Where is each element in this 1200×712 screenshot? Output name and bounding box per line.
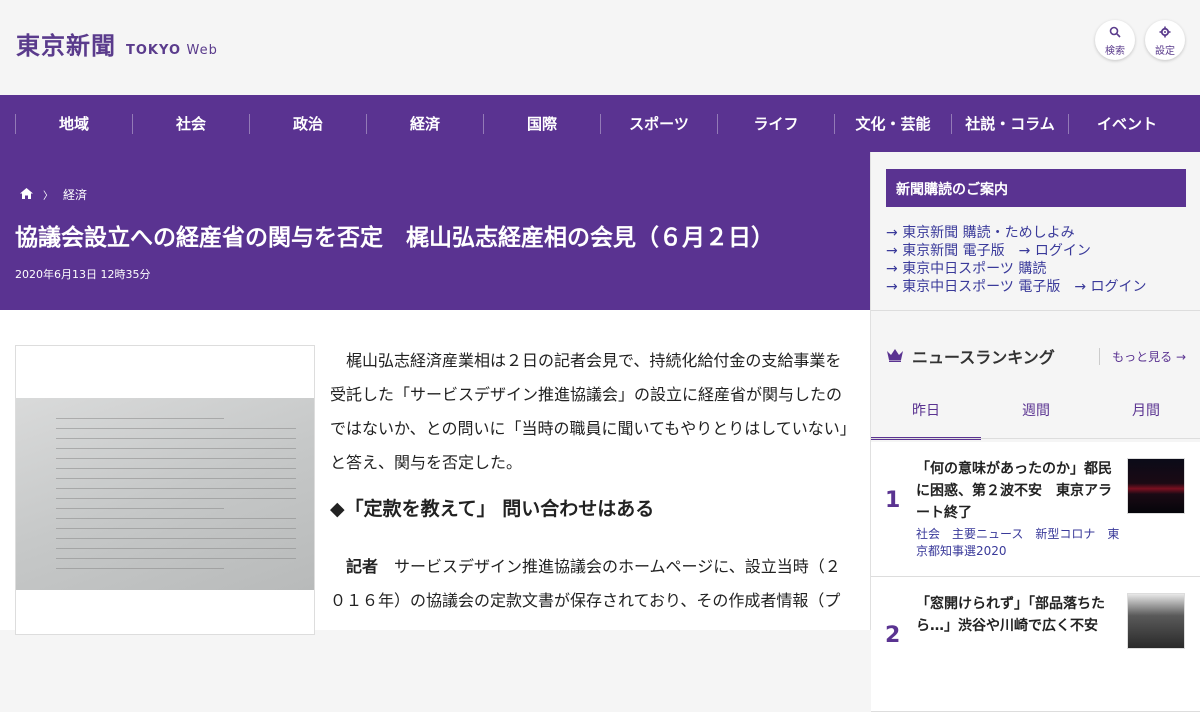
search-label: 検索 [1105,46,1125,57]
article-subhead: ◆「定款を教えて」 問い合わせはある [330,498,655,520]
speaker-label: 記者 [346,557,379,576]
crown-icon [886,347,904,366]
nav-item-region[interactable]: 地域 [15,113,132,134]
article-hero: 〉 経済 協議会設立への経産省の関与を否定 梶山弘志経産相の会見（６月２日） 2… [0,152,870,310]
search-button[interactable]: 検索 [1095,20,1135,60]
document-image [16,398,314,590]
article-paragraph: 梶山弘志経済産業相は２日の記者会見で、持続化給付金の支給事業を受託した「サービス… [330,351,848,472]
breadcrumb: 〉 経済 [20,186,87,203]
article-date: 2020年6月13日 12時35分 [15,268,151,281]
subscribe-links: → 東京新聞 購読・ためしよみ → 東京新聞 電子版 → ログイン → 東京中日ス… [886,224,1191,296]
subscribe-link[interactable]: → 東京新聞 購読・ためしよみ [886,225,1075,241]
nav-item-events[interactable]: イベント [1068,113,1185,134]
login-link[interactable]: → ログイン [1074,279,1146,295]
nav-item-sports[interactable]: スポーツ [600,113,717,134]
breadcrumb-section[interactable]: 経済 [63,186,87,203]
divider [871,310,1200,311]
tabs-divider [871,438,1200,439]
nav-item-international[interactable]: 国際 [483,113,600,134]
rank-number: 2 [885,623,901,648]
nav-item-society[interactable]: 社会 [132,113,249,134]
article-text: 梶山弘志経済産業相は２日の記者会見で、持続化給付金の支給事業を受託した「サービス… [330,344,850,618]
site-header: 東京新聞 TOKYO Web 検索 設定 [0,0,1200,95]
tab-yesterday[interactable]: 昨日 [871,390,981,440]
nav-item-culture[interactable]: 文化・芸能 [834,113,951,134]
logo-kanji: 東京新聞 [16,31,116,60]
gear-icon [1145,26,1185,40]
subscribe-link[interactable]: → 東京新聞 電子版 [886,243,1005,259]
home-icon[interactable] [20,187,33,202]
nav-item-politics[interactable]: 政治 [249,113,366,134]
subscribe-title: 新聞購読のご案内 [886,169,1186,207]
search-icon [1095,26,1135,40]
rank-tags[interactable]: 社会 主要ニュース 新型コロナ 東京都知事選2020 [916,526,1126,560]
ranking-item[interactable]: 2 「窓開けられず」「部品落ちたら…」渋谷や川崎で広く不安 [871,577,1200,712]
nav-item-editorial[interactable]: 社説・コラム [951,113,1068,134]
question-text: サービスデザイン推進協議会のホームページに、設立当時（２０１６年）の協議会の定款… [330,557,841,610]
rank-thumbnail[interactable] [1127,458,1185,514]
more-link[interactable]: もっと見る → [1099,348,1186,365]
article-question: 記者 サービスデザイン推進協議会のホームページに、設立当時（２０１６年）の協議会… [330,550,850,618]
tab-monthly[interactable]: 月間 [1091,390,1200,440]
rank-thumbnail[interactable] [1127,593,1185,649]
rank-title[interactable]: 「何の意味があったのか」都民に困惑、第２波不安 東京アラート終了 [916,458,1116,524]
settings-button[interactable]: 設定 [1145,20,1185,60]
settings-label: 設定 [1155,46,1175,57]
ranking-title: ニュースランキング [912,348,1055,367]
article-photo[interactable] [15,345,315,635]
ranking-header: ニュースランキング [886,344,1055,368]
nav-item-life[interactable]: ライフ [717,113,834,134]
article-title: 協議会設立への経産省の関与を否定 梶山弘志経産相の会見（６月２日） [15,225,774,251]
subscribe-link[interactable]: → 東京中日スポーツ 購読 [886,261,1046,277]
article-body-area: 梶山弘志経済産業相は２日の記者会見で、持続化給付金の支給事業を受託した「サービス… [0,310,870,635]
rank-number: 1 [885,488,901,513]
main-nav: 地域 社会 政治 経済 国際 スポーツ ライフ 文化・芸能 社説・コラム イベン… [0,95,1200,152]
logo-english: TOKYO Web [126,43,218,58]
ranking-tabs: 昨日 週間 月間 [871,390,1200,440]
tab-weekly[interactable]: 週間 [981,390,1091,440]
login-link[interactable]: → ログイン [1019,243,1091,259]
subscribe-link[interactable]: → 東京中日スポーツ 電子版 [886,279,1060,295]
chevron-right-icon: 〉 [43,191,53,202]
nav-item-economy[interactable]: 経済 [366,113,483,134]
sidebar: 新聞購読のご案内 → 東京新聞 購読・ためしよみ → 東京新聞 電子版 → ログイ… [870,152,1200,712]
rank-title[interactable]: 「窓開けられず」「部品落ちたら…」渋谷や川崎で広く不安 [916,593,1116,637]
ranking-item[interactable]: 1 「何の意味があったのか」都民に困惑、第２波不安 東京アラート終了 社会 主要… [871,442,1200,577]
arrow-right-icon: → [1175,350,1186,364]
site-logo[interactable]: 東京新聞 TOKYO Web [16,26,218,61]
